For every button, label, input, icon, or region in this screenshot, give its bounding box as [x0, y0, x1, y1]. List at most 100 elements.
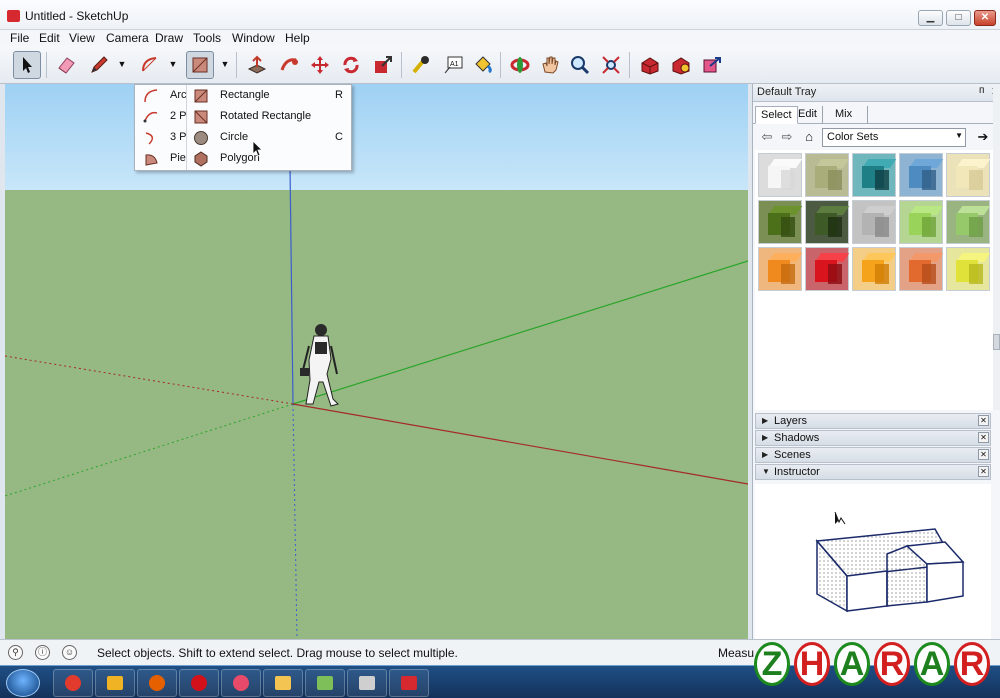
swatch-side: [875, 264, 889, 284]
menu-window[interactable]: Window: [232, 31, 275, 45]
menu-item-2-point-arc[interactable]: 2 Point Arc: [135, 106, 187, 128]
material-swatch[interactable]: [899, 200, 944, 244]
menu-item-circle[interactable]: Circle C: [187, 127, 351, 149]
menu-item-rotated-rectangle[interactable]: Rotated Rectangle: [187, 106, 351, 128]
select-tool-button[interactable]: [13, 51, 41, 79]
rectangle-dropdown-arrow[interactable]: ▼: [219, 59, 231, 71]
folder-taskbar-button[interactable]: [263, 669, 303, 697]
menu-item-polygon[interactable]: Polygon: [187, 148, 351, 170]
rectangle-icon: [194, 89, 208, 103]
rotate-tool-button[interactable]: [337, 51, 365, 79]
arc-dropdown-arrow[interactable]: ▼: [167, 59, 179, 71]
video-icon: [359, 676, 375, 690]
material-swatch[interactable]: [946, 153, 991, 197]
material-swatch[interactable]: [852, 153, 897, 197]
rectangle-tool-button[interactable]: [186, 51, 214, 79]
tray-scrollbar[interactable]: [993, 84, 1000, 410]
maximize-button[interactable]: □: [946, 10, 971, 26]
menu-item-arc[interactable]: Arc: [135, 85, 187, 107]
panel-close-icon[interactable]: ✕: [978, 449, 989, 460]
pencil-tool-button[interactable]: [85, 51, 113, 79]
panel-close-icon[interactable]: ✕: [978, 415, 989, 426]
window-title: Untitled - SketchUp: [25, 9, 129, 23]
menu-tools[interactable]: Tools: [193, 31, 221, 45]
minimize-button[interactable]: ▁: [918, 10, 943, 26]
material-swatch[interactable]: [758, 153, 803, 197]
move-tool-button[interactable]: [306, 51, 334, 79]
material-swatch[interactable]: [946, 247, 991, 291]
tray-scrollbar-thumb[interactable]: [993, 334, 1000, 350]
back-arrow-icon[interactable]: ⇦: [759, 129, 775, 145]
panel-shadows[interactable]: ▶ Shadows ✕: [755, 430, 991, 446]
menu-camera[interactable]: Camera: [106, 31, 149, 45]
pan-tool-button[interactable]: [536, 51, 564, 79]
menu-draw[interactable]: Draw: [155, 31, 183, 45]
media-player-taskbar-button[interactable]: [95, 669, 135, 697]
home-icon[interactable]: ⌂: [801, 129, 817, 145]
menu-item-pie[interactable]: Pie: [135, 148, 187, 170]
pin-icon[interactable]: ᴨ: [979, 85, 984, 96]
panel-instructor[interactable]: ▼ Instructor ✕: [755, 464, 991, 480]
video-taskbar-button[interactable]: [347, 669, 387, 697]
menu-item-3-point-arc[interactable]: 3 Point Arc: [135, 127, 187, 149]
warehouse-tool-button[interactable]: [636, 51, 664, 79]
credits-icon[interactable]: ⓘ: [35, 645, 50, 660]
push-pull-icon: [247, 55, 267, 74]
geo-location-icon[interactable]: ⚲: [8, 645, 23, 660]
close-button[interactable]: ✕: [974, 10, 996, 26]
zoom-tool-button[interactable]: [566, 51, 594, 79]
tape-measure-icon: [412, 56, 429, 74]
photo-viewer-taskbar-button[interactable]: [305, 669, 345, 697]
menu-file[interactable]: File: [10, 31, 29, 45]
pencil-dropdown-arrow[interactable]: ▼: [116, 59, 128, 71]
watermark-letter: Z: [754, 642, 790, 686]
drawing-viewport[interactable]: [5, 84, 748, 639]
firefox-taskbar-button[interactable]: [137, 669, 177, 697]
zoom-extents-tool-button[interactable]: [597, 51, 625, 79]
material-swatch[interactable]: [899, 153, 944, 197]
tape-measure-tool-button[interactable]: [407, 51, 435, 79]
panel-close-icon[interactable]: ✕: [978, 432, 989, 443]
sketchup-taskbar-button[interactable]: [389, 669, 429, 697]
push-pull-tool-button[interactable]: [243, 51, 271, 79]
swatch-side: [828, 170, 842, 190]
paint-taskbar-button[interactable]: [221, 669, 261, 697]
follow-me-icon: [280, 58, 298, 71]
follow-me-tool-button[interactable]: [275, 51, 303, 79]
arc-tool-button[interactable]: [136, 51, 164, 79]
menu-item-rectangle[interactable]: Rectangle R: [187, 85, 351, 107]
orbit-tool-button[interactable]: [506, 51, 534, 79]
text-tool-button[interactable]: A1: [439, 51, 467, 79]
opera-taskbar-button[interactable]: [179, 669, 219, 697]
tab-mix[interactable]: Mix: [830, 106, 868, 124]
panel-close-icon[interactable]: ✕: [978, 466, 989, 477]
tab-select[interactable]: Select: [755, 106, 798, 124]
material-swatch[interactable]: [852, 200, 897, 244]
chrome-taskbar-button[interactable]: [53, 669, 93, 697]
material-swatch[interactable]: [899, 247, 944, 291]
paint-bucket-tool-button[interactable]: [469, 51, 497, 79]
eraser-tool-button[interactable]: [52, 51, 80, 79]
scale-tool-button[interactable]: [369, 51, 397, 79]
share-model-tool-button[interactable]: [698, 51, 726, 79]
material-swatch[interactable]: [805, 200, 850, 244]
material-swatch[interactable]: [758, 200, 803, 244]
menu-edit[interactable]: Edit: [39, 31, 60, 45]
menu-help[interactable]: Help: [285, 31, 310, 45]
menu-view[interactable]: View: [69, 31, 95, 45]
material-swatch[interactable]: [758, 247, 803, 291]
material-swatch[interactable]: [805, 153, 850, 197]
move-icon: [311, 56, 329, 74]
material-swatch[interactable]: [805, 247, 850, 291]
color-sets-select[interactable]: Color Sets ▼: [822, 128, 966, 147]
material-swatch[interactable]: [852, 247, 897, 291]
forward-arrow-icon[interactable]: ⇨: [779, 129, 795, 145]
panel-scenes[interactable]: ▶ Scenes ✕: [755, 447, 991, 463]
extension-tool-button[interactable]: [667, 51, 695, 79]
details-arrow-icon[interactable]: ➔: [975, 129, 991, 145]
tab-edit[interactable]: Edit: [793, 106, 823, 124]
material-swatch[interactable]: [946, 200, 991, 244]
user-icon[interactable]: ☺: [62, 645, 77, 660]
panel-layers[interactable]: ▶ Layers ✕: [755, 413, 991, 429]
start-button[interactable]: [6, 669, 40, 697]
